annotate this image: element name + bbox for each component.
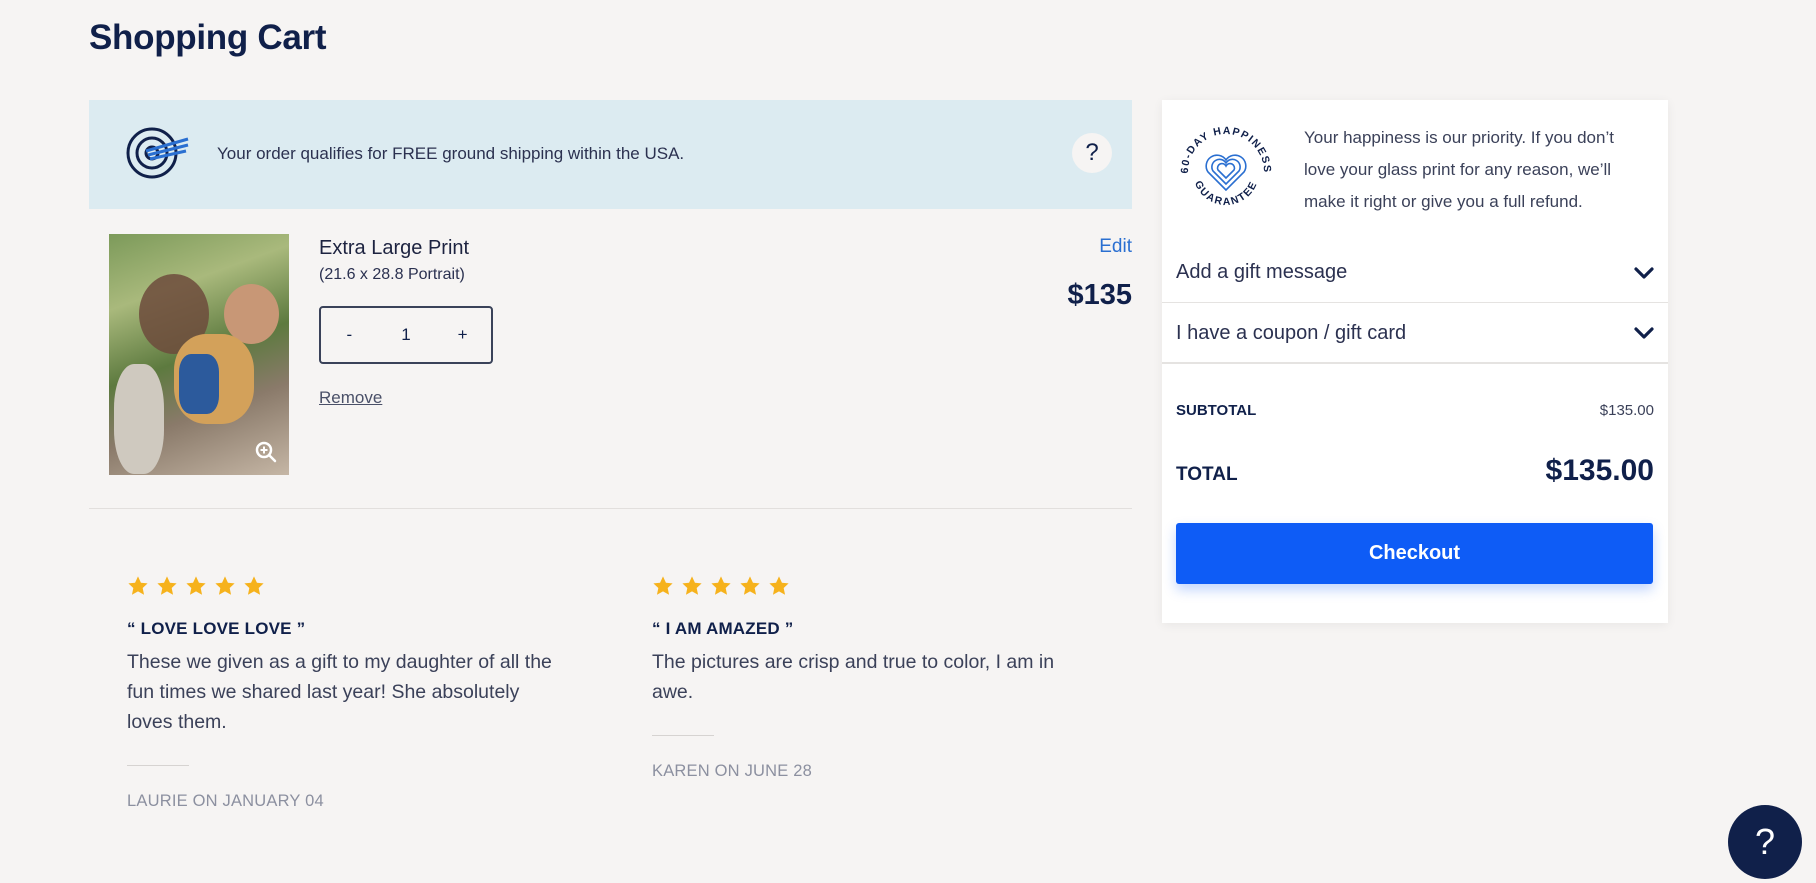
item-price: $135 <box>1067 279 1132 311</box>
gift-message-label: Add a gift message <box>1176 261 1348 283</box>
product-image[interactable] <box>109 234 289 475</box>
subtotal-value: $135.00 <box>1599 402 1654 419</box>
review-author: LAURIE ON JANUARY 04 <box>127 792 324 810</box>
heart-guarantee-icon <box>1205 154 1247 192</box>
star-icon <box>128 576 148 595</box>
quantity-value[interactable]: 1 <box>386 325 426 345</box>
total-label: TOTAL <box>1176 464 1238 485</box>
page-title: Shopping Cart <box>89 18 327 57</box>
guarantee-badge: 60-DAY HAPPINESS GUARANTEE <box>1179 125 1272 208</box>
quantity-stepper: - 1 + <box>319 306 493 364</box>
star-icon <box>769 576 789 595</box>
review-card: “ LOVE LOVE LOVE ” These we given as a g… <box>127 575 567 811</box>
shipping-help-button[interactable]: ? <box>1072 133 1112 173</box>
review-divider <box>127 765 189 766</box>
coupon-toggle[interactable]: I have a coupon / gift card <box>1162 304 1668 364</box>
chevron-down-icon <box>1634 266 1654 279</box>
review-body: These we given as a gift to my daughter … <box>127 651 552 733</box>
total-value: $135.00 <box>1545 454 1654 487</box>
order-summary-card: 60-DAY HAPPINESS GUARANTEE Your happines… <box>1162 100 1668 623</box>
review-card: “ I AM AMAZED ” The pictures are crisp a… <box>652 575 1092 781</box>
product-size: (21.6 x 28.8 Portrait) <box>319 266 465 283</box>
increase-quantity-button[interactable]: + <box>443 325 483 345</box>
help-chat-button[interactable]: ? <box>1728 805 1802 879</box>
star-icon <box>682 576 702 595</box>
cart-item: Extra Large Print (21.6 x 28.8 Portrait)… <box>89 209 1132 509</box>
review-body: The pictures are crisp and true to color… <box>652 651 1055 703</box>
subtotal-label: SUBTOTAL <box>1176 402 1257 419</box>
decrease-quantity-button[interactable]: - <box>329 325 369 345</box>
review-title: “ LOVE LOVE LOVE ” <box>127 619 306 638</box>
star-rating <box>127 575 567 597</box>
review-divider <box>652 735 714 736</box>
gift-message-toggle[interactable]: Add a gift message <box>1162 243 1668 303</box>
edit-item-link[interactable]: Edit <box>1099 236 1132 258</box>
star-icon <box>157 576 177 595</box>
star-icon <box>186 576 206 595</box>
coupon-label: I have a coupon / gift card <box>1176 321 1407 344</box>
star-icon <box>244 576 264 595</box>
guarantee-text: Your happiness is our priority. If you d… <box>1304 128 1614 211</box>
star-rating <box>652 575 1092 597</box>
checkout-button[interactable]: Checkout <box>1176 523 1653 584</box>
review-title: “ I AM AMAZED ” <box>652 619 794 638</box>
shipping-message: Your order qualifies for FREE ground shi… <box>217 144 685 163</box>
remove-item-link[interactable]: Remove <box>319 388 382 408</box>
star-icon <box>653 576 673 595</box>
shipping-globe-icon <box>126 127 189 179</box>
star-icon <box>215 576 235 595</box>
product-name: Extra Large Print <box>319 237 470 259</box>
star-icon <box>711 576 731 595</box>
zoom-icon[interactable] <box>255 441 277 463</box>
chevron-down-icon <box>1634 327 1654 339</box>
free-shipping-banner: Your order qualifies for FREE ground shi… <box>89 100 1132 209</box>
review-author: KAREN ON JUNE 28 <box>652 762 812 780</box>
star-icon <box>740 576 760 595</box>
